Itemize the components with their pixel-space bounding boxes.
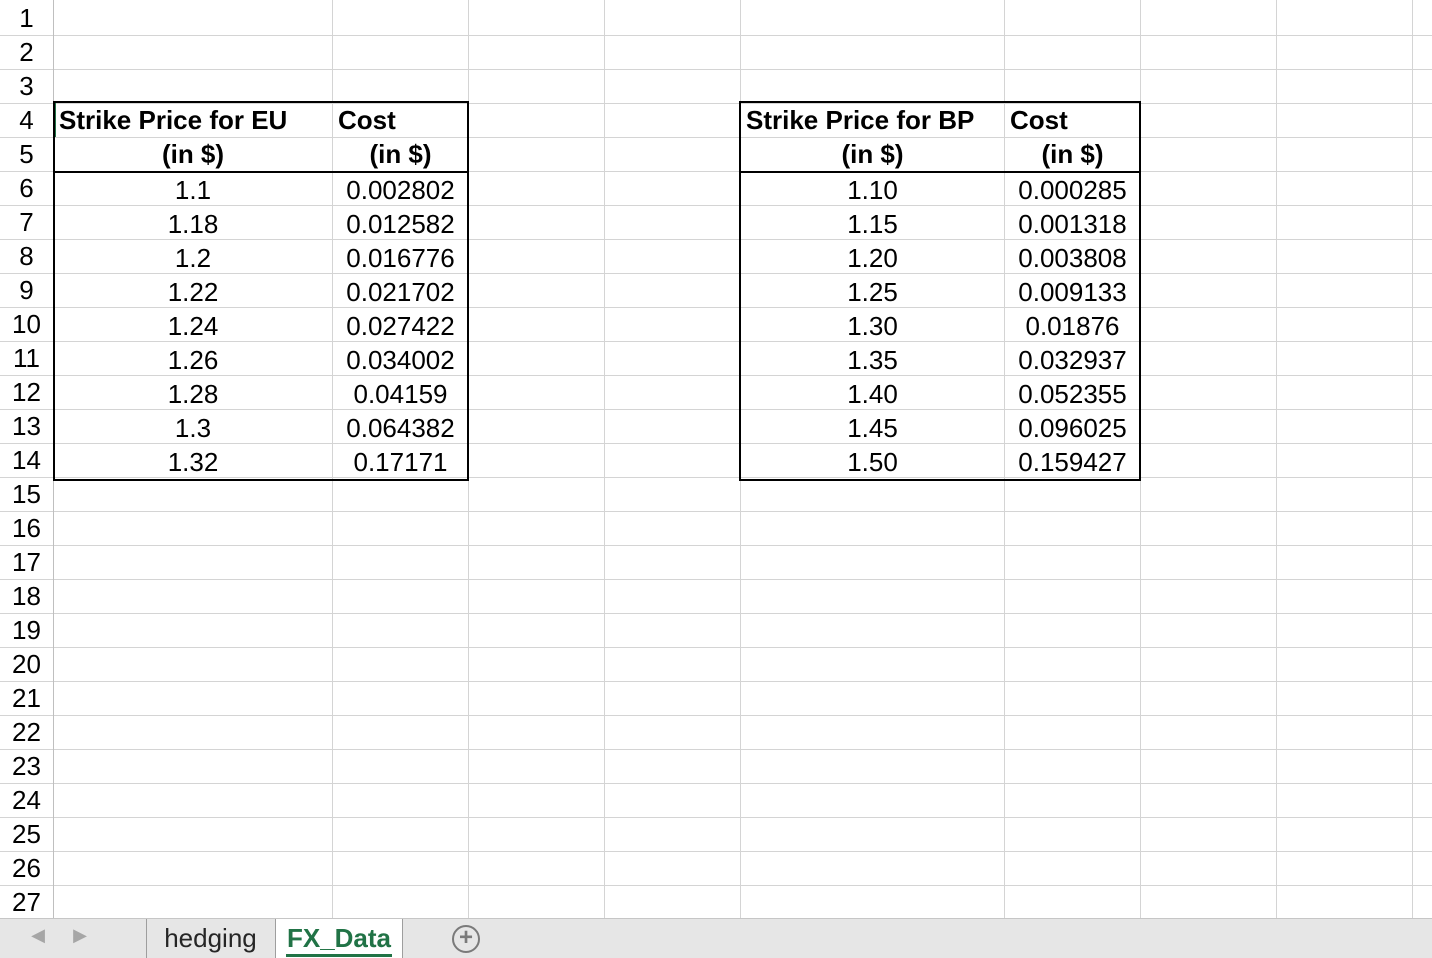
row-number[interactable]: 2 xyxy=(0,35,53,69)
row-number[interactable]: 22 xyxy=(0,715,53,749)
bp-table-border xyxy=(739,101,1141,481)
row-gridline xyxy=(0,613,1432,614)
sheet-tab-bar: ◀ ▶ hedging FX_Data + xyxy=(0,918,1432,958)
row-gridline xyxy=(0,715,1432,716)
bp-header-rule xyxy=(739,171,1141,173)
triangle-right-icon[interactable]: ▶ xyxy=(70,925,90,946)
row-gridline xyxy=(0,511,1432,512)
row-number[interactable]: 27 xyxy=(0,885,53,918)
row-number[interactable]: 8 xyxy=(0,239,53,273)
row-gridline xyxy=(0,681,1432,682)
row-number[interactable]: 18 xyxy=(0,579,53,613)
triangle-left-icon[interactable]: ◀ xyxy=(28,925,48,946)
row-gridline xyxy=(0,749,1432,750)
row-number[interactable]: 15 xyxy=(0,477,53,511)
row-number[interactable]: 13 xyxy=(0,409,53,443)
tab-hedging[interactable]: hedging xyxy=(146,919,274,958)
row-gridline xyxy=(0,851,1432,852)
row-gridline xyxy=(0,647,1432,648)
row-number[interactable]: 24 xyxy=(0,783,53,817)
row-gridline xyxy=(0,579,1432,580)
row-gridline xyxy=(0,783,1432,784)
row-gridline xyxy=(0,885,1432,886)
row-number[interactable]: 16 xyxy=(0,511,53,545)
row-number[interactable]: 25 xyxy=(0,817,53,851)
row-number[interactable]: 10 xyxy=(0,307,53,341)
row-number[interactable]: 5 xyxy=(0,137,53,171)
row-number[interactable]: 19 xyxy=(0,613,53,647)
row-gridline xyxy=(0,35,1432,36)
row-gridline xyxy=(0,817,1432,818)
row-number[interactable]: 4 xyxy=(0,103,53,137)
row-gridline xyxy=(0,69,1432,70)
row-number[interactable]: 21 xyxy=(0,681,53,715)
row-gridline xyxy=(0,545,1432,546)
row-number[interactable]: 12 xyxy=(0,375,53,409)
row-number[interactable]: 17 xyxy=(0,545,53,579)
row-number[interactable]: 20 xyxy=(0,647,53,681)
row-number[interactable]: 9 xyxy=(0,273,53,307)
row-number[interactable]: 6 xyxy=(0,171,53,205)
row-number[interactable]: 26 xyxy=(0,851,53,885)
row-number[interactable]: 23 xyxy=(0,749,53,783)
row-number[interactable]: 1 xyxy=(0,1,53,35)
row-number[interactable]: 3 xyxy=(0,69,53,103)
eu-header-rule xyxy=(53,171,469,173)
plus-circle-icon[interactable]: + xyxy=(452,925,480,953)
row-number[interactable]: 14 xyxy=(0,443,53,477)
worksheet-grid[interactable]: 1 2 3 4 5 6 7 8 9 10 11 12 13 14 15 16 17 18 19 20 21 22 23 24 2… xyxy=(0,0,1432,918)
row-number[interactable]: 11 xyxy=(0,341,53,375)
tab-fx-data[interactable]: FX_Data xyxy=(275,919,403,958)
eu-table-border xyxy=(53,101,469,481)
row-number[interactable]: 7 xyxy=(0,205,53,239)
